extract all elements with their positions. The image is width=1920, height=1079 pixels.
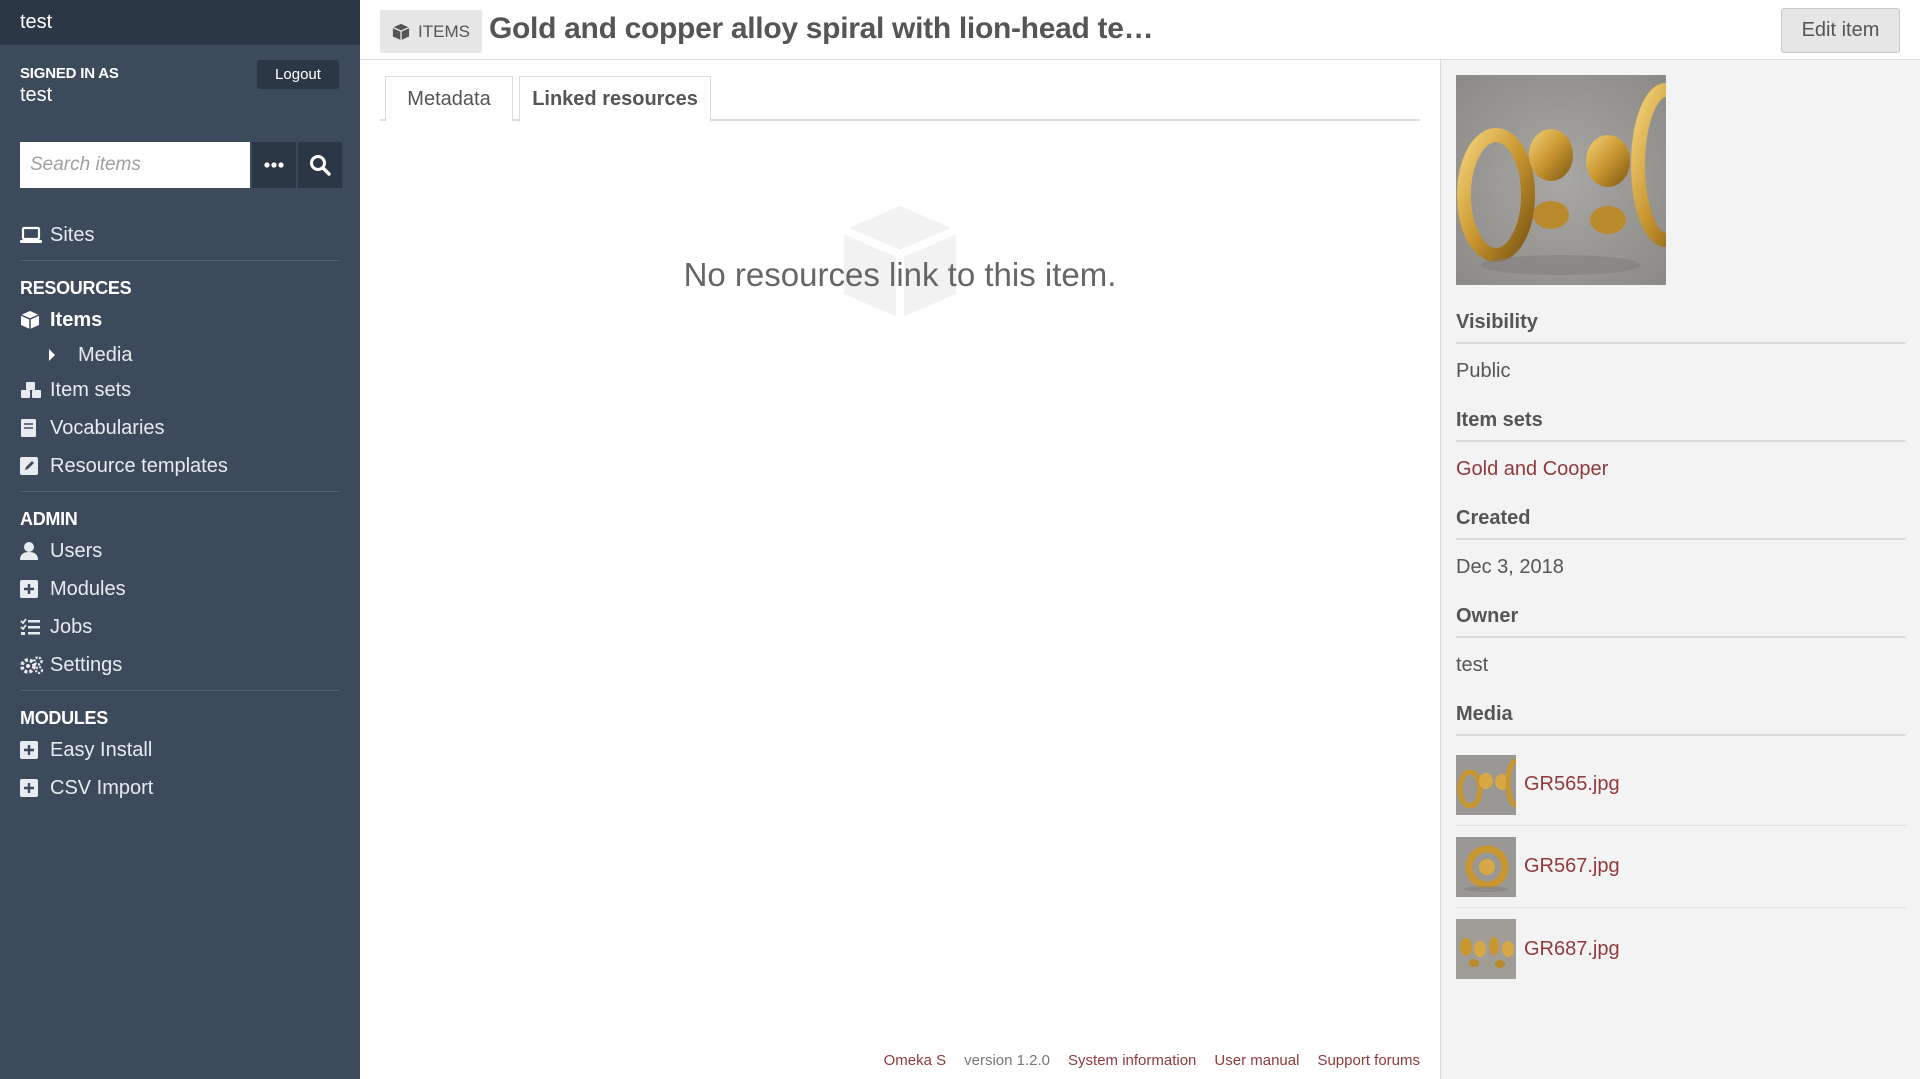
page-header: ITEMS Gold and copper alloy spiral with … <box>360 0 1920 60</box>
tasks-icon <box>20 618 50 636</box>
book-icon <box>20 418 50 438</box>
nav-media[interactable]: Media <box>20 339 340 371</box>
plus-square-icon <box>20 779 50 797</box>
nav-vocabularies-label: Vocabularies <box>50 416 165 439</box>
media-item[interactable]: GR567.jpg <box>1456 826 1906 908</box>
nav-sites[interactable]: Sites <box>20 216 340 254</box>
advanced-search-button[interactable] <box>252 142 296 188</box>
breadcrumb[interactable]: ITEMS <box>380 10 482 53</box>
nav-vocabularies[interactable]: Vocabularies <box>20 409 340 447</box>
nav-jobs-label: Jobs <box>50 615 93 638</box>
nav-sites-label: Sites <box>50 223 95 246</box>
site-name-bar[interactable]: test <box>0 0 360 45</box>
item-thumbnail[interactable] <box>1456 75 1666 285</box>
search-submit-button[interactable] <box>298 142 342 188</box>
nav-divider <box>20 260 340 261</box>
cube-icon <box>392 23 410 40</box>
media-item[interactable]: GR565.jpg <box>1456 744 1906 826</box>
nav-resource-templates-label: Resource templates <box>50 454 228 477</box>
footer: Omeka S version 1.2.0 System information… <box>884 1052 1420 1069</box>
nav-users-label: Users <box>50 539 103 562</box>
media-thumbnail[interactable] <box>1456 754 1516 815</box>
nav-settings[interactable]: Settings <box>20 646 340 684</box>
media-heading: Media <box>1456 703 1906 736</box>
main-nav: Sites RESOURCES Items Media Item sets Vo… <box>20 216 340 807</box>
user-block: SIGNED IN AS test Logout <box>0 45 360 125</box>
page-title: Gold and copper alloy spiral with lion-h… <box>489 12 1154 45</box>
edit-square-icon <box>20 457 50 475</box>
laptop-icon <box>20 226 50 244</box>
empty-message: No resources link to this item. <box>683 256 1117 293</box>
footer-system-info-link[interactable]: System information <box>1068 1052 1196 1069</box>
nav-modules-label: Modules <box>50 577 126 600</box>
section-tabs: Metadata Linked resources <box>380 76 1420 123</box>
nav-jobs[interactable]: Jobs <box>20 608 340 646</box>
edit-item-button[interactable]: Edit item <box>1781 8 1900 53</box>
nav-easy-install[interactable]: Easy Install <box>20 731 340 769</box>
cubes-icon <box>20 381 50 399</box>
media-thumbnail[interactable] <box>1456 836 1516 897</box>
item-info-content: Visibility Public Item sets Gold and Coo… <box>1456 75 1906 990</box>
search-form <box>20 142 342 188</box>
cogs-icon <box>20 655 50 675</box>
media-link[interactable]: GR687.jpg <box>1524 938 1620 961</box>
visibility-value: Public <box>1456 360 1511 382</box>
footer-user-manual-link[interactable]: User manual <box>1214 1052 1299 1069</box>
nav-modules[interactable]: Modules <box>20 570 340 608</box>
created-heading: Created <box>1456 507 1906 540</box>
nav-divider <box>20 491 340 492</box>
nav-csv-import[interactable]: CSV Import <box>20 769 340 807</box>
admin-heading: ADMIN <box>20 509 78 529</box>
plus-square-icon <box>20 741 50 759</box>
breadcrumb-label: ITEMS <box>418 21 470 41</box>
empty-state: No resources link to this item. <box>380 200 1420 330</box>
item-info-sidebar: Visibility Public Item sets Gold and Coo… <box>1440 60 1920 1079</box>
nav-divider <box>20 690 340 691</box>
nav-items-label: Items <box>50 308 103 331</box>
tab-linked-resources[interactable]: Linked resources <box>519 76 711 123</box>
search-icon <box>310 155 331 176</box>
footer-support-forums-link[interactable]: Support forums <box>1317 1052 1420 1069</box>
nav-resource-templates[interactable]: Resource templates <box>20 447 340 485</box>
user-icon <box>20 541 50 561</box>
visibility-heading: Visibility <box>1456 311 1906 344</box>
media-link[interactable]: GR567.jpg <box>1524 855 1620 878</box>
nav-items[interactable]: Items <box>20 301 340 339</box>
left-sidebar: test SIGNED IN AS test Logout Sites RESO… <box>0 0 360 1079</box>
item-set-link[interactable]: Gold and Cooper <box>1456 458 1906 481</box>
main-content: Metadata Linked resources No resources l… <box>380 60 1420 1079</box>
footer-version: version 1.2.0 <box>964 1052 1051 1069</box>
nav-settings-label: Settings <box>50 653 123 676</box>
nav-easy-install-label: Easy Install <box>50 738 153 761</box>
owner-heading: Owner <box>1456 605 1906 638</box>
resources-heading: RESOURCES <box>20 278 132 298</box>
ellipsis-icon <box>264 162 284 168</box>
owner-value: test <box>1456 654 1489 676</box>
media-item[interactable]: GR687.jpg <box>1456 908 1906 990</box>
site-name[interactable]: test <box>20 11 52 34</box>
media-link[interactable]: GR565.jpg <box>1524 773 1620 796</box>
plus-square-icon <box>20 580 50 598</box>
media-list: GR565.jpg GR567.jpg GR687.jpg <box>1456 744 1906 990</box>
nav-item-sets-label: Item sets <box>50 378 132 401</box>
footer-omeka-link[interactable]: Omeka S <box>884 1052 947 1069</box>
cube-icon <box>20 310 50 330</box>
media-thumbnail[interactable] <box>1456 919 1516 979</box>
item-sets-heading: Item sets <box>1456 409 1906 442</box>
nav-item-sets[interactable]: Item sets <box>20 371 340 409</box>
logout-button[interactable]: Logout <box>257 60 339 89</box>
created-value: Dec 3, 2018 <box>1456 556 1564 578</box>
modules-heading: MODULES <box>20 708 108 728</box>
nav-media-label: Media <box>78 343 133 366</box>
tab-metadata[interactable]: Metadata <box>385 76 513 121</box>
search-input[interactable] <box>20 142 250 188</box>
caret-right-icon <box>48 349 78 361</box>
nav-csv-import-label: CSV Import <box>50 776 154 799</box>
nav-users[interactable]: Users <box>20 532 340 570</box>
